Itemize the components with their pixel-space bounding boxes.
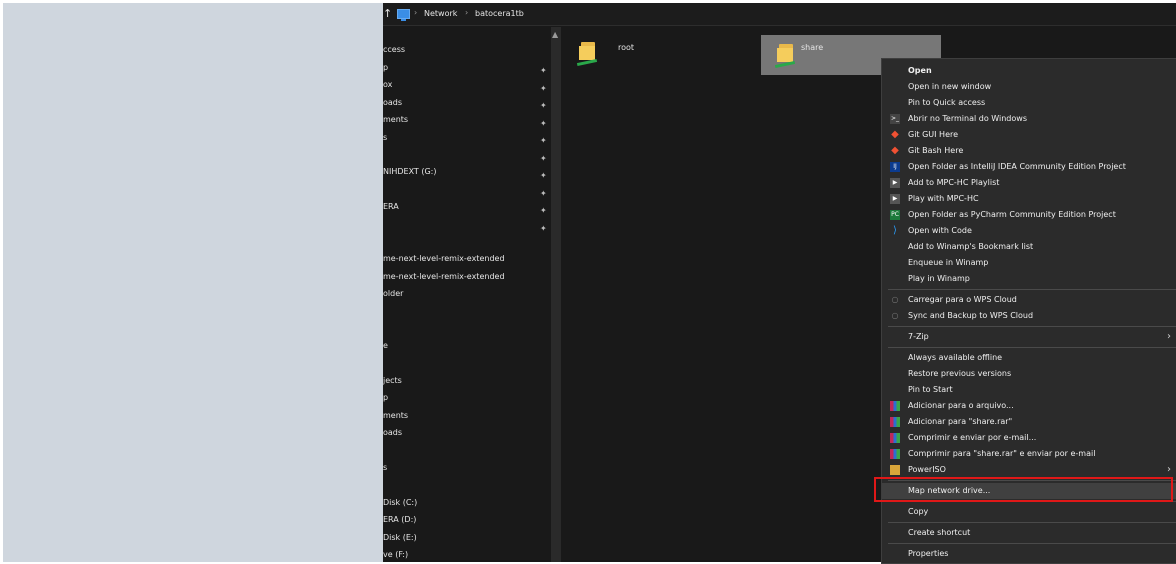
menu-item-winamp-bookmark[interactable]: Add to Winamp's Bookmark list — [882, 239, 1176, 255]
nav-item[interactable]: older — [383, 287, 403, 301]
pin-icon[interactable]: ✦ — [540, 153, 548, 165]
navigation-pane: ccess p ox oads ments s NIHDEXT (G:) ERA… — [383, 27, 551, 562]
winrar-icon — [890, 433, 900, 443]
menu-item-mpc-playlist[interactable]: ▶ Add to MPC-HC Playlist — [882, 175, 1176, 191]
menu-item-wps-sync[interactable]: ○ Sync and Backup to WPS Cloud — [882, 308, 1176, 324]
nav-item[interactable]: ments — [383, 113, 408, 127]
folder-tile-root[interactable]: root — [563, 33, 733, 73]
menu-item-git-gui[interactable]: ◆ Git GUI Here — [882, 127, 1176, 143]
highlight-annotation-box — [874, 477, 1173, 502]
menu-item-rar-add[interactable]: Adicionar para o arquivo... — [882, 398, 1176, 414]
menu-item-wps-upload[interactable]: ○ Carregar para o WPS Cloud — [882, 292, 1176, 308]
submenu-arrow-icon: › — [1167, 331, 1171, 342]
menu-item-open[interactable]: Open — [882, 63, 1176, 79]
menu-separator — [888, 347, 1176, 348]
breadcrumb-batocera1tb[interactable]: batocera1tb — [475, 9, 524, 18]
up-arrow-icon[interactable]: ↑ — [383, 7, 393, 21]
winrar-icon — [890, 449, 900, 459]
scroll-up-icon[interactable]: ▲ — [552, 30, 558, 39]
menu-separator — [888, 326, 1176, 327]
wps-cloud-icon: ○ — [891, 311, 899, 320]
pin-icon[interactable]: ✦ — [540, 65, 548, 77]
menu-item-intellij[interactable]: IJ Open Folder as IntelliJ IDEA Community… — [882, 159, 1176, 175]
menu-item-pin-start[interactable]: Pin to Start — [882, 382, 1176, 398]
menu-item-7zip[interactable]: 7-Zip › — [882, 329, 1176, 345]
nav-item[interactable]: oads — [383, 96, 402, 110]
menu-item-winamp-play[interactable]: Play in Winamp — [882, 271, 1176, 287]
git-icon: ◆ — [891, 129, 899, 140]
nav-item[interactable]: ve (F:) — [383, 548, 408, 562]
nav-item[interactable]: p — [383, 391, 388, 405]
address-bar[interactable]: ↑ › Network › batocera1tb — [383, 3, 1176, 26]
menu-item-terminal[interactable]: >_ Abrir no Terminal do Windows — [882, 111, 1176, 127]
menu-item-copy[interactable]: Copy — [882, 504, 1176, 520]
nav-item[interactable]: ERA — [383, 200, 399, 214]
pin-icon[interactable]: ✦ — [540, 170, 548, 182]
menu-item-mpc-play[interactable]: ▶ Play with MPC-HC — [882, 191, 1176, 207]
breadcrumb-separator: › — [465, 8, 469, 17]
nav-item[interactable]: s — [383, 461, 387, 475]
nav-scrollbar[interactable]: ▲ — [551, 27, 561, 562]
submenu-arrow-icon: › — [1167, 464, 1171, 475]
menu-item-pin-quick-access[interactable]: Pin to Quick access — [882, 95, 1176, 111]
network-folder-icon — [576, 42, 598, 67]
menu-item-rar-share-email[interactable]: Comprimir para "share.rar" e enviar por … — [882, 446, 1176, 462]
pin-icon[interactable]: ✦ — [540, 118, 548, 130]
folder-name: share — [801, 43, 824, 52]
pin-icon[interactable]: ✦ — [540, 100, 548, 112]
breadcrumb-network[interactable]: Network — [424, 9, 457, 18]
nav-item[interactable]: e — [383, 339, 388, 353]
wps-cloud-icon: ○ — [891, 295, 899, 304]
nav-item[interactable]: me-next-level-remix-extended — [383, 252, 505, 266]
pin-icon[interactable]: ✦ — [540, 135, 548, 147]
menu-separator — [888, 543, 1176, 544]
menu-item-open-new-window[interactable]: Open in new window — [882, 79, 1176, 95]
nav-item[interactable]: NIHDEXT (G:) — [383, 165, 436, 179]
nav-item[interactable]: oads — [383, 426, 402, 440]
menu-item-vscode[interactable]: ⟩ Open with Code — [882, 223, 1176, 239]
mpc-icon: ▶ — [890, 178, 900, 188]
vscode-icon: ⟩ — [893, 225, 897, 236]
git-icon: ◆ — [891, 145, 899, 156]
nav-item[interactable]: me-next-level-remix-extended — [383, 270, 505, 284]
intellij-icon: IJ — [890, 162, 900, 172]
winrar-icon — [890, 417, 900, 427]
network-icon — [397, 9, 410, 21]
menu-item-winamp-enqueue[interactable]: Enqueue in Winamp — [882, 255, 1176, 271]
folder-name: root — [618, 43, 635, 52]
menu-separator — [888, 522, 1176, 523]
menu-item-poweriso[interactable]: PowerISO › — [882, 462, 1176, 478]
breadcrumb-separator: › — [414, 8, 418, 17]
menu-separator — [888, 289, 1176, 290]
pin-icon[interactable]: ✦ — [540, 223, 548, 235]
terminal-icon: >_ — [890, 114, 900, 124]
nav-item[interactable]: ccess — [383, 43, 405, 57]
menu-item-git-bash[interactable]: ◆ Git Bash Here — [882, 143, 1176, 159]
nav-item[interactable]: p — [383, 61, 388, 75]
nav-item[interactable]: jects — [383, 374, 402, 388]
menu-item-properties[interactable]: Properties — [882, 546, 1176, 562]
nav-item[interactable]: ments — [383, 409, 408, 423]
winrar-icon — [890, 401, 900, 411]
menu-item-pycharm[interactable]: PC Open Folder as PyCharm Community Editi… — [882, 207, 1176, 223]
menu-item-rar-add-share[interactable]: Adicionar para "share.rar" — [882, 414, 1176, 430]
nav-item[interactable]: Disk (E:) — [383, 531, 417, 545]
blank-panel — [3, 3, 383, 562]
poweriso-icon — [890, 465, 900, 475]
pycharm-icon: PC — [890, 210, 900, 220]
menu-item-rar-email[interactable]: Comprimir e enviar por e-mail... — [882, 430, 1176, 446]
menu-item-offline[interactable]: Always available offline — [882, 350, 1176, 366]
menu-item-create-shortcut[interactable]: Create shortcut — [882, 525, 1176, 541]
pin-icon[interactable]: ✦ — [540, 188, 548, 200]
nav-item[interactable]: s — [383, 131, 387, 145]
pin-icon[interactable]: ✦ — [540, 205, 548, 217]
network-folder-icon — [774, 44, 796, 69]
menu-item-restore-versions[interactable]: Restore previous versions — [882, 366, 1176, 382]
nav-item[interactable]: Disk (C:) — [383, 496, 417, 510]
nav-item[interactable]: ERA (D:) — [383, 513, 416, 527]
mpc-icon: ▶ — [890, 194, 900, 204]
pin-icon[interactable]: ✦ — [540, 83, 548, 95]
nav-item[interactable]: ox — [383, 78, 392, 92]
